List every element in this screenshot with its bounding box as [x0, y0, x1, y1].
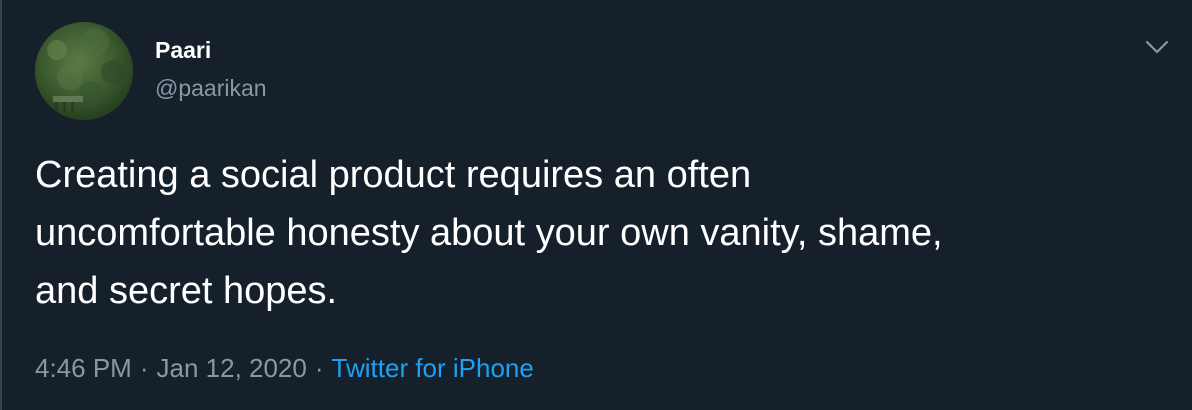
tweet-time[interactable]: 4:46 PM [35, 353, 132, 383]
separator: · [314, 353, 324, 383]
tweet-source-link[interactable]: Twitter for iPhone [332, 353, 534, 383]
tweet-metadata: 4:46 PM · Jan 12, 2020 · Twitter for iPhone [35, 351, 534, 385]
tweet-menu-button[interactable] [1142, 32, 1172, 62]
chevron-down-icon [1145, 40, 1169, 54]
tweet-date[interactable]: Jan 12, 2020 [157, 353, 307, 383]
avatar[interactable] [35, 22, 133, 120]
tweet-text: Creating a social product requires an of… [35, 154, 943, 312]
tweet-card: Paari @paarikan Creating a social produc… [0, 0, 1192, 410]
author-handle[interactable]: @paarikan [155, 74, 267, 102]
avatar-image [35, 22, 133, 120]
author-name[interactable]: Paari [155, 36, 211, 64]
separator: · [139, 353, 149, 383]
